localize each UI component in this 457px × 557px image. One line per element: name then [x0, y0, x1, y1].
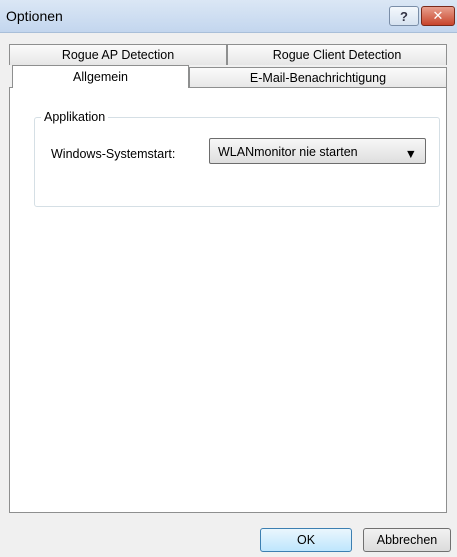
group-legend: Applikation — [41, 110, 109, 124]
cancel-label: Abbrechen — [376, 533, 438, 547]
help-button[interactable]: ? — [389, 6, 419, 26]
chevron-down-icon: ▼ — [404, 147, 417, 161]
cancel-button[interactable]: Abbrechen — [363, 528, 451, 552]
tab-label: Allgemein — [73, 70, 128, 84]
windows-systemstart-label: Windows-Systemstart: — [51, 147, 176, 161]
title-bar: Optionen ? ✕ — [0, 0, 457, 33]
tab-label: Rogue Client Detection — [272, 48, 402, 62]
tab-label: Rogue AP Detection — [61, 48, 175, 62]
close-icon: ✕ — [432, 8, 444, 23]
close-button[interactable]: ✕ — [421, 6, 455, 26]
tab-rogue-ap-detection[interactable]: Rogue AP Detection — [9, 44, 227, 65]
help-icon: ? — [400, 8, 408, 24]
window-title: Optionen — [6, 8, 63, 24]
ok-label: OK — [296, 533, 316, 547]
tab-allgemein[interactable]: Allgemein — [12, 65, 189, 88]
tab-email-benachrichtigung[interactable]: E-Mail-Benachrichtigung — [189, 67, 447, 88]
tab-label: E-Mail-Benachrichtigung — [249, 71, 387, 85]
ok-button[interactable]: OK — [260, 528, 352, 552]
windows-systemstart-select[interactable]: WLANmonitor nie starten ▼ — [209, 138, 426, 164]
select-value: WLANmonitor nie starten — [218, 145, 358, 159]
tab-rogue-client-detection[interactable]: Rogue Client Detection — [227, 44, 447, 65]
tab-panel-allgemein: Applikation Windows-Systemstart: WLANmon… — [9, 87, 447, 513]
group-applikation: Applikation Windows-Systemstart: WLANmon… — [34, 110, 440, 207]
